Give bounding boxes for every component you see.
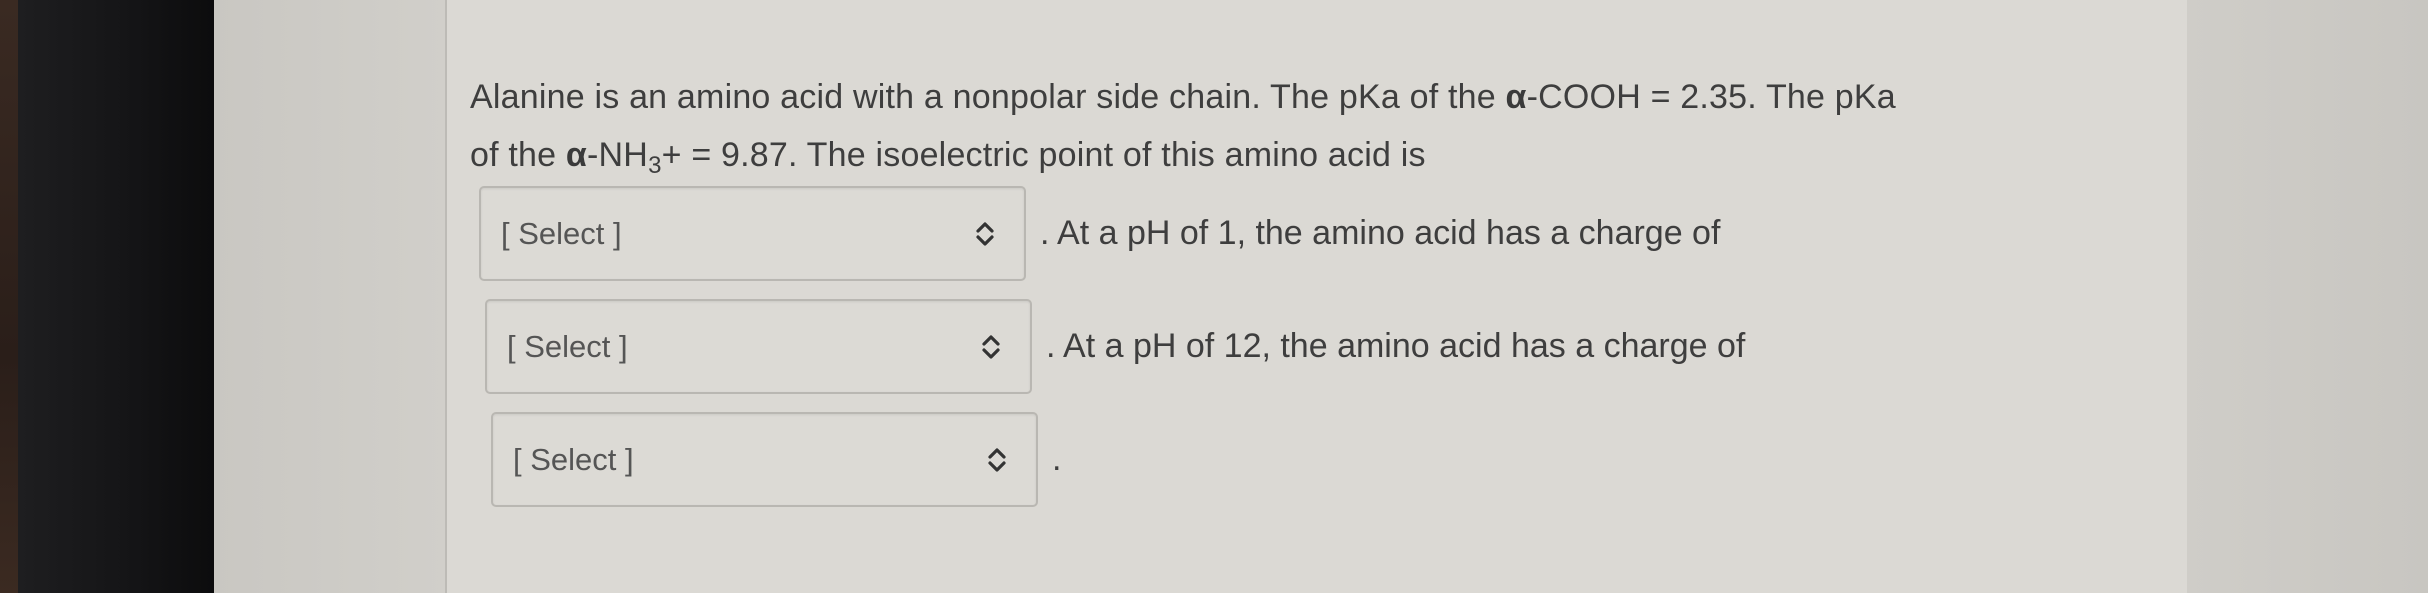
subscript: 3 [648,152,662,179]
answer-select-1[interactable]: [ Select ] [479,186,1026,281]
chevron-up-down-icon [980,330,1002,364]
select-value: [ Select ] [513,441,634,477]
chevron-up-down-icon [986,443,1008,477]
alpha-symbol: α [1505,78,1527,116]
question-text-part: -COOH = 2.35. The pKa [1526,78,1896,116]
answer-select-2[interactable]: [ Select ] [485,299,1032,394]
alpha-symbol: α [565,136,588,174]
select-value: [ Select ] [507,328,628,364]
question-text-part: of the [470,136,566,174]
select-value: [ Select ] [501,215,622,251]
chevron-up-down-icon [974,217,996,251]
question-text-part: -NH [587,136,649,174]
question-continuation-1: . At a pH of 1, the amino acid has a cha… [1040,214,1721,252]
select-row-1: [ Select ] . At a pH of 1, the amino aci… [479,186,1720,281]
question-continuation-2: . At a pH of 12, the amino acid has a ch… [1046,327,1746,365]
question-text-part: Alanine is an amino acid with a nonpolar… [470,78,1506,116]
question-continuation-3: . [1052,440,1062,478]
select-row-3: [ Select ] . [491,412,1061,507]
select-row-2: [ Select ] . At a pH of 12, the amino ac… [485,299,1745,394]
answer-select-3[interactable]: [ Select ] [491,412,1038,507]
question-line-2: of the α-NH3+ = 9.87. The isoelectric po… [470,126,2110,184]
question-text: Alanine is an amino acid with a nonpolar… [470,68,2110,184]
monitor-bezel [18,0,214,593]
left-margin [214,0,446,593]
question-text-part: + = 9.87. The isoelectric point of this … [661,136,1426,174]
photo-of-screen: Alanine is an amino acid with a nonpolar… [0,0,2428,593]
right-margin [2187,0,2428,593]
question-line-1: Alanine is an amino acid with a nonpolar… [470,68,2110,126]
